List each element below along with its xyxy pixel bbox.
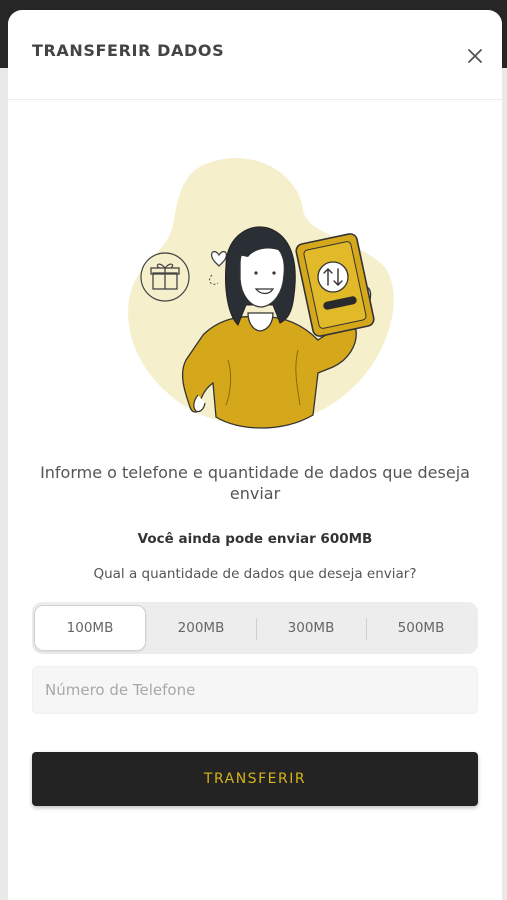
transfer-data-modal: TRANSFERIR DADOS Informe o telefone e qu… <box>8 10 502 900</box>
close-button[interactable] <box>463 44 487 68</box>
remaining-data-text: Você ainda pode enviar 600MB <box>137 531 373 547</box>
modal-title: TRANSFERIR DADOS <box>32 41 225 60</box>
option-200mb[interactable]: 200MB <box>146 605 256 651</box>
modal-header: TRANSFERIR DADOS <box>8 10 502 100</box>
transfer-button[interactable]: TRANSFERIR <box>32 752 478 806</box>
amount-question-text: Qual a quantidade de dados que deseja en… <box>93 566 417 582</box>
option-100mb[interactable]: 100MB <box>34 605 146 651</box>
data-amount-selector: 100MB 200MB 300MB 500MB <box>32 602 478 654</box>
instructions-heading: Informe o telefone e quantidade de dados… <box>40 463 470 503</box>
option-500mb[interactable]: 500MB <box>366 605 476 651</box>
close-icon <box>468 49 482 63</box>
option-300mb[interactable]: 300MB <box>256 605 366 651</box>
phone-number-input[interactable] <box>32 666 478 714</box>
woman-phone-illustration <box>128 157 394 429</box>
